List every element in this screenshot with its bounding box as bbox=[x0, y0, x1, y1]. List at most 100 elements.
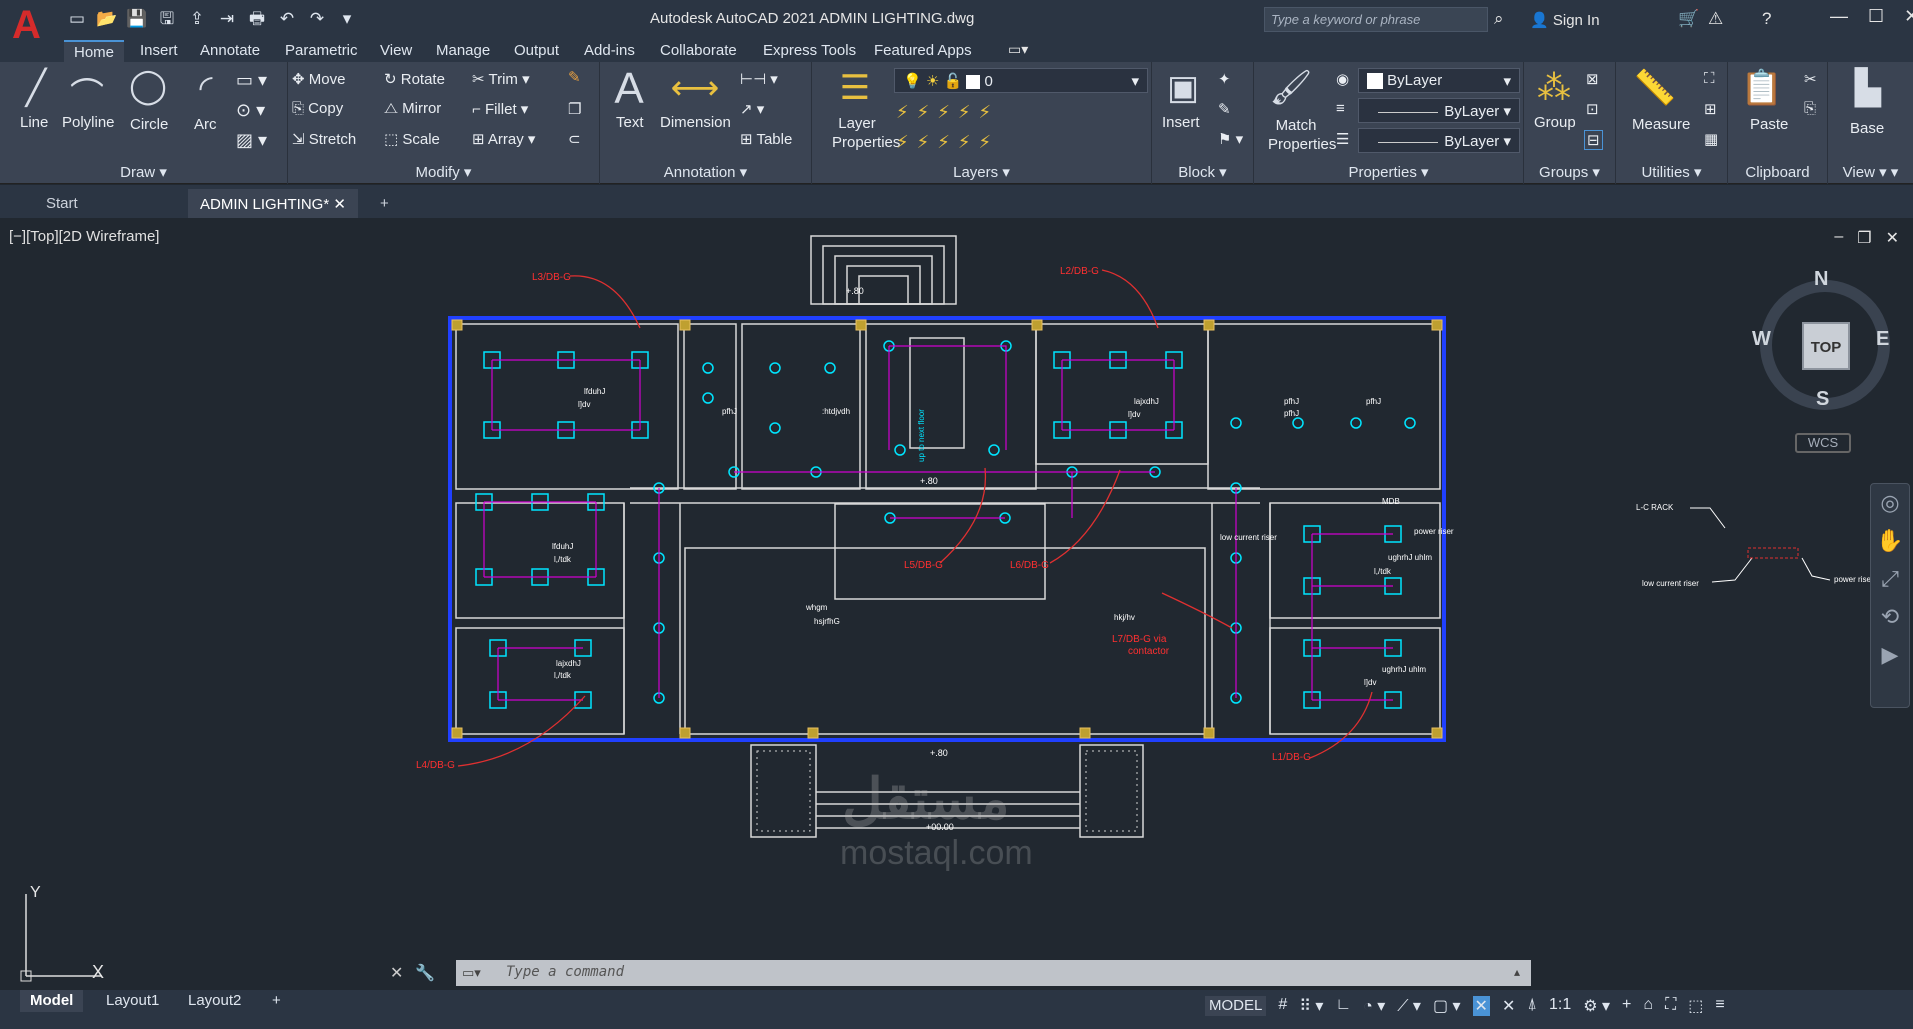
tab-annotate[interactable]: Annotate bbox=[200, 40, 260, 62]
isodraft-icon[interactable]: ⟋ ▾ bbox=[1397, 996, 1421, 1016]
annotation-visibility-icon[interactable]: ✕ bbox=[1472, 996, 1490, 1016]
draw-panel-title[interactable]: Draw ▾ bbox=[0, 163, 287, 181]
snap-icon[interactable]: ⠿ ▾ bbox=[1299, 996, 1323, 1016]
zoom-extents-icon[interactable]: ⤢ bbox=[1871, 560, 1909, 598]
search-input[interactable]: Type a keyword or phrase bbox=[1264, 7, 1488, 32]
tab-output[interactable]: Output bbox=[514, 40, 559, 62]
ungroup-icon[interactable]: ⊠ bbox=[1586, 70, 1599, 88]
undo-icon[interactable]: ↶ bbox=[276, 8, 298, 30]
model-space-button[interactable]: MODEL bbox=[1205, 996, 1267, 1016]
compass-south[interactable]: S bbox=[1816, 388, 1829, 411]
utilities-panel-title[interactable]: Utilities ▾ bbox=[1616, 163, 1727, 181]
fullscreen-icon[interactable]: ⬚ bbox=[1688, 996, 1703, 1016]
ortho-icon[interactable]: ∟ bbox=[1335, 996, 1351, 1016]
insert-icon[interactable]: ▣ bbox=[1158, 68, 1208, 108]
pan-icon[interactable]: ✋ bbox=[1871, 522, 1909, 560]
customize-icon[interactable]: ≡ bbox=[1715, 996, 1724, 1016]
trim-button[interactable]: ✂ Trim ▾ bbox=[472, 70, 530, 88]
table-button[interactable]: ⊞ Table bbox=[740, 130, 792, 148]
drawing-viewport[interactable]: [−][Top][2D Wireframe] – ❐ ✕ L3/DB-G L2/… bbox=[0, 218, 1913, 988]
paste-icon[interactable]: 📋 bbox=[1740, 68, 1784, 108]
copy-clip-icon[interactable]: ⎘ bbox=[1804, 100, 1816, 117]
tab-home[interactable]: Home bbox=[64, 40, 125, 62]
save-as-icon[interactable]: 🖫 bbox=[156, 8, 178, 30]
array-button[interactable]: ⊞ Array ▾ bbox=[472, 130, 535, 148]
insert-button[interactable]: Insert bbox=[1162, 114, 1200, 131]
linear-dim-icon[interactable]: ⊢⊣ ▾ bbox=[740, 70, 778, 88]
text-button[interactable]: Text bbox=[616, 114, 644, 131]
lineweight-icon[interactable]: ☰ bbox=[1336, 130, 1349, 148]
add-layout-button[interactable]: + bbox=[262, 990, 291, 1012]
attribute-icon[interactable]: ⚑ ▾ bbox=[1218, 130, 1243, 148]
polyline-icon[interactable]: ⌒ bbox=[62, 68, 112, 117]
linetype-dropdown[interactable]: ByLayer ▾ bbox=[1358, 98, 1520, 123]
print-icon[interactable]: 🖶 bbox=[246, 8, 268, 30]
paste-button[interactable]: Paste bbox=[1750, 116, 1788, 133]
layer-tools-row1[interactable]: ⚡⚡⚡⚡⚡ bbox=[896, 102, 999, 123]
save-icon[interactable]: 💾 bbox=[126, 8, 148, 30]
layers-panel-title[interactable]: Layers ▾ bbox=[812, 163, 1151, 181]
tab-express-tools[interactable]: Express Tools bbox=[763, 40, 856, 62]
isolate-icon[interactable]: ⛶ bbox=[1665, 996, 1676, 1016]
calculator-icon[interactable]: ▦ bbox=[1704, 130, 1718, 148]
help-icon[interactable]: ? bbox=[1762, 9, 1771, 29]
layer-properties-icon[interactable]: ☰ bbox=[830, 68, 880, 108]
color-wheel-icon[interactable]: ◉ bbox=[1336, 70, 1349, 88]
group-icon[interactable]: ⁂ bbox=[1532, 68, 1576, 108]
wcs-menu[interactable]: WCS bbox=[1795, 433, 1851, 453]
stretch-button[interactable]: ⇲ Stretch bbox=[292, 130, 356, 148]
quick-select-icon[interactable]: ⛶ bbox=[1704, 70, 1715, 87]
clipboard-panel-title[interactable]: Clipboard bbox=[1728, 164, 1827, 181]
cart-icon[interactable]: 🛒 bbox=[1678, 9, 1699, 29]
tab-model[interactable]: Model bbox=[20, 990, 84, 1012]
explode-icon[interactable]: ❐ bbox=[568, 100, 581, 118]
tab-admin-lighting[interactable]: ADMIN LIGHTING* ✕ bbox=[188, 189, 358, 218]
base-button[interactable]: Base bbox=[1850, 120, 1884, 137]
copy-button[interactable]: ⎘ Copy bbox=[292, 100, 343, 117]
new-tab-button[interactable]: + bbox=[368, 189, 408, 218]
base-view-icon[interactable]: ▙ bbox=[1846, 68, 1890, 108]
polar-icon[interactable]: ◔ ▾ bbox=[1363, 996, 1385, 1016]
tab-manage[interactable]: Manage bbox=[436, 40, 490, 62]
dimension-button[interactable]: Dimension bbox=[660, 114, 731, 131]
fillet-button[interactable]: ⌐ Fillet ▾ bbox=[472, 100, 528, 118]
layer-dropdown[interactable]: 💡 ☀ 🔓 0 ▾ bbox=[894, 68, 1148, 93]
orbit-icon[interactable]: ⟲ bbox=[1871, 598, 1909, 636]
line-button[interactable]: Line bbox=[20, 114, 48, 131]
redo-icon[interactable]: ↷ bbox=[306, 8, 328, 30]
tab-layout1[interactable]: Layout1 bbox=[96, 990, 169, 1012]
compass-east[interactable]: E bbox=[1876, 328, 1889, 351]
group-edit-icon[interactable]: ⊡ bbox=[1586, 100, 1599, 118]
dimension-icon[interactable]: ⟷ bbox=[670, 68, 720, 108]
arc-icon[interactable]: ◜ bbox=[184, 68, 228, 108]
showmotion-icon[interactable]: ▶ bbox=[1871, 636, 1909, 674]
command-expand-icon[interactable]: ▴ bbox=[1514, 965, 1520, 979]
hatch-icon[interactable]: ▨ ▾ bbox=[236, 130, 267, 151]
erase-icon[interactable]: ✎ bbox=[568, 68, 581, 86]
layer-properties-button[interactable]: Layer Properties bbox=[832, 114, 900, 152]
cut-icon[interactable]: ✂ bbox=[1804, 70, 1817, 88]
ribbon-toggle-icon[interactable]: ▭▾ bbox=[1008, 41, 1028, 58]
tab-parametric[interactable]: Parametric bbox=[285, 40, 358, 62]
match-properties-button[interactable]: Match Properties bbox=[1268, 116, 1336, 154]
tab-layout2[interactable]: Layout2 bbox=[178, 990, 251, 1012]
tab-insert[interactable]: Insert bbox=[140, 40, 178, 62]
properties-panel-title[interactable]: Properties ▾ bbox=[1254, 163, 1523, 181]
open-icon[interactable]: 📂 bbox=[96, 8, 118, 30]
annotation-scale-icon[interactable]: ⍋ bbox=[1527, 996, 1537, 1016]
leader-icon[interactable]: ↗ ▾ bbox=[740, 100, 764, 118]
circle-button[interactable]: Circle bbox=[130, 116, 168, 133]
viewcube-top-face[interactable]: TOP bbox=[1802, 322, 1850, 370]
annotation-panel-title[interactable]: Annotation ▾ bbox=[600, 163, 811, 181]
line-icon[interactable]: ╱ bbox=[14, 68, 58, 108]
web-save-icon[interactable]: ⇪ bbox=[186, 8, 208, 30]
view-panel-title[interactable]: View ▾ ▾ bbox=[1828, 163, 1913, 181]
close-icon[interactable]: ✕ bbox=[1904, 6, 1913, 27]
command-close-icon[interactable]: ✕ bbox=[390, 963, 403, 983]
share-icon[interactable]: ⇥ bbox=[216, 8, 238, 30]
search-icon[interactable]: ⌕ bbox=[1494, 9, 1504, 29]
osnap-icon[interactable]: ▢ ▾ bbox=[1433, 996, 1461, 1016]
gear-icon[interactable]: ⚙ ▾ bbox=[1583, 996, 1610, 1016]
move-button[interactable]: ✥ Move bbox=[292, 70, 345, 88]
circle-icon[interactable]: ◯ bbox=[126, 66, 170, 106]
